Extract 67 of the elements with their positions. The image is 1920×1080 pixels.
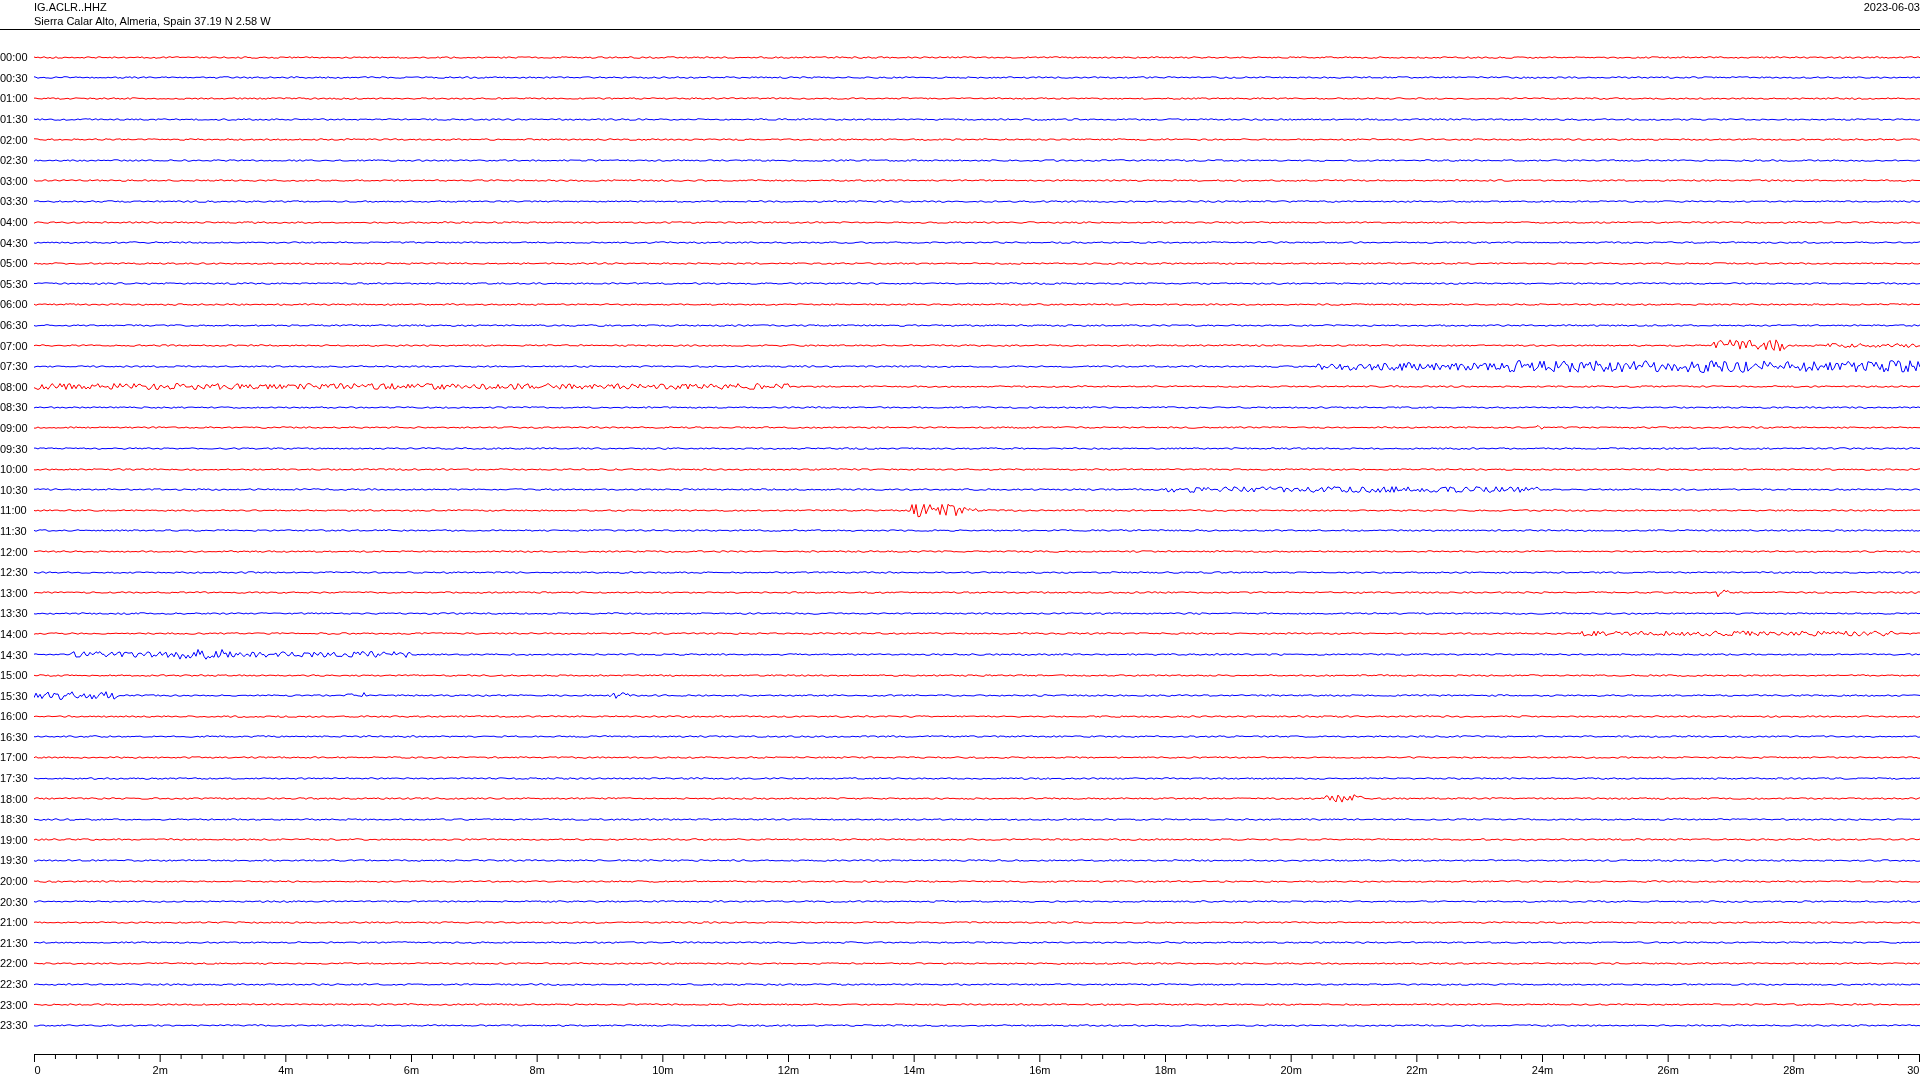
- time-label: 04:00: [0, 216, 29, 229]
- axis-label: 8m: [529, 1063, 545, 1076]
- axis-label: 24m: [1531, 1063, 1554, 1076]
- time-label: 20:00: [0, 875, 29, 888]
- time-label: 13:00: [0, 586, 29, 599]
- time-label: 17:00: [0, 751, 29, 764]
- time-label: 10:30: [0, 483, 29, 496]
- time-label: 08:00: [0, 380, 29, 393]
- time-label: 11:00: [0, 504, 28, 517]
- plot-date: 2023-06-03: [1863, 0, 1920, 14]
- axis-label: 16m: [1029, 1063, 1051, 1076]
- axis-label: 18m: [1154, 1063, 1177, 1076]
- time-label: 03:00: [0, 174, 29, 187]
- time-label: 04:30: [0, 236, 29, 249]
- time-label: 11:30: [0, 524, 28, 537]
- time-label: 00:30: [0, 71, 29, 84]
- axis-label: 20m: [1280, 1063, 1302, 1076]
- time-label: 07:30: [0, 360, 29, 373]
- time-label: 22:00: [0, 957, 29, 970]
- time-label: 09:00: [0, 422, 29, 434]
- axis-label: 4m: [278, 1063, 294, 1076]
- time-label: 14:30: [0, 648, 29, 661]
- axis-label: 2m: [152, 1063, 168, 1076]
- time-label: 05:00: [0, 257, 29, 270]
- time-label: 16:30: [0, 730, 29, 743]
- time-label: 18:00: [0, 792, 29, 805]
- time-label: 16:00: [0, 710, 29, 723]
- time-label: 22:30: [0, 978, 29, 990]
- time-label: 05:30: [0, 277, 29, 290]
- time-label: 19:00: [0, 833, 29, 846]
- time-label: 07:00: [0, 339, 29, 352]
- time-label: 09:30: [0, 442, 29, 455]
- time-label: 13:30: [0, 607, 29, 620]
- axis-label: 14m: [903, 1063, 925, 1076]
- axis-label: 12m: [777, 1063, 800, 1076]
- time-label: 23:00: [0, 998, 29, 1011]
- time-label: 14:00: [0, 627, 29, 640]
- time-label: 10:00: [0, 463, 29, 476]
- time-label: 12:00: [0, 545, 29, 558]
- time-label: 19:30: [0, 854, 29, 867]
- time-label: 08:30: [0, 401, 29, 414]
- time-label: 03:30: [0, 195, 29, 208]
- time-label: 23:30: [0, 1019, 29, 1032]
- time-label: 06:30: [0, 319, 29, 331]
- time-label: 12:30: [0, 566, 29, 579]
- axis-label: 26m: [1657, 1063, 1679, 1076]
- time-label: 17:30: [0, 772, 29, 785]
- time-label: 20:30: [0, 895, 29, 908]
- time-label: 21:00: [0, 916, 29, 929]
- time-label: 06:00: [0, 298, 29, 311]
- axis-label: 6m: [403, 1063, 420, 1076]
- axis-label: 0: [34, 1063, 41, 1076]
- axis-label: 22m: [1406, 1063, 1428, 1076]
- time-label: 15:30: [0, 689, 29, 702]
- axis-label: 30: [1907, 1063, 1920, 1076]
- time-label: 15:00: [0, 669, 29, 682]
- axis-label: 10m: [652, 1063, 674, 1076]
- time-label: 18:30: [0, 813, 29, 826]
- time-label: 00:00: [0, 51, 29, 64]
- time-label: 21:30: [0, 936, 29, 949]
- time-label: 02:00: [0, 133, 29, 146]
- station-location: Sierra Calar Alto, Almeria, Spain 37.19 N 2.58 W: [34, 14, 271, 28]
- axis-label: 28m: [1783, 1063, 1805, 1076]
- time-label: 02:30: [0, 154, 29, 167]
- time-label: 01:30: [0, 113, 29, 126]
- station-code: IG.ACLR..HHZ: [34, 0, 108, 14]
- time-label: 01:00: [0, 92, 29, 105]
